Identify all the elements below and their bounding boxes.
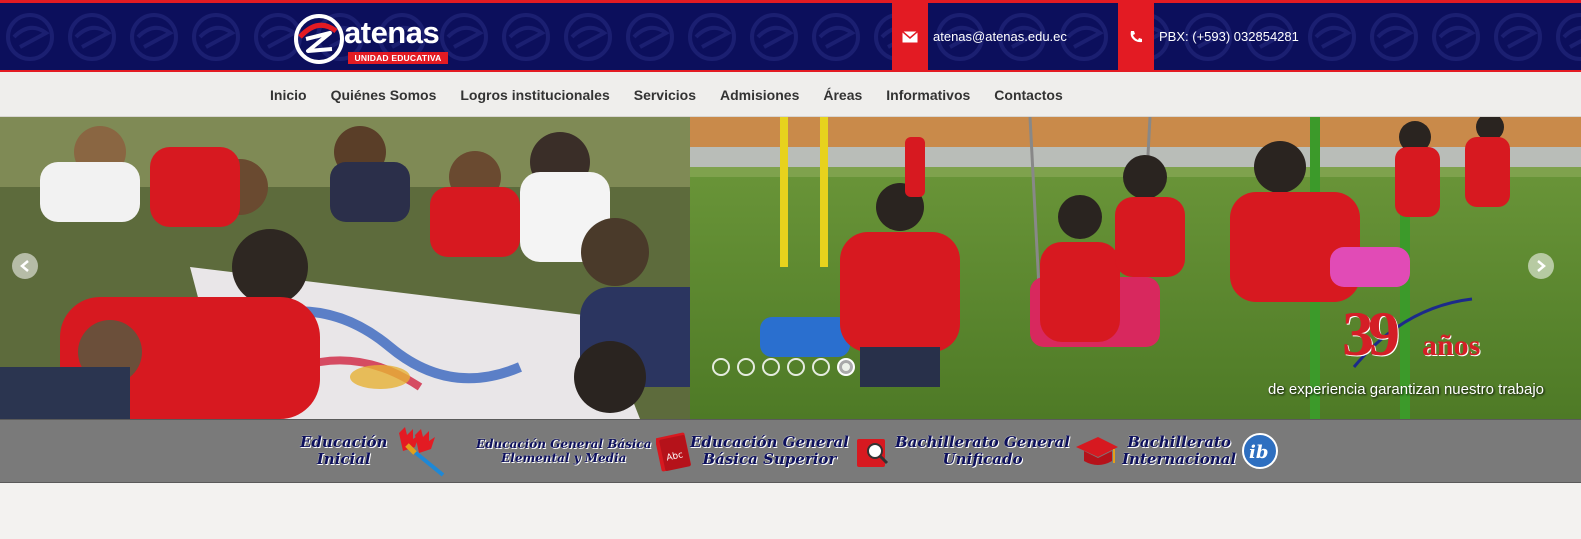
anniversary-badge: 39 años de experiencia garantizan nuestr… bbox=[1264, 297, 1564, 407]
chevron-left-icon bbox=[20, 260, 29, 272]
level-label: Educación General Básica Superior bbox=[690, 433, 849, 468]
nav-item-logros[interactable]: Logros institucionales bbox=[448, 87, 621, 103]
slider-dot-active[interactable] bbox=[837, 358, 855, 376]
contact-phone[interactable]: PBX: (+593) 032854281 bbox=[1118, 3, 1299, 70]
site-header: atenas UNIDAD EDUCATIVA bbox=[0, 3, 1581, 70]
slider-dot[interactable] bbox=[812, 358, 830, 376]
nav-item-inicio[interactable]: Inicio bbox=[258, 87, 319, 103]
years-number: 39 bbox=[1342, 298, 1400, 369]
level-educacion-inicial[interactable]: Educación Inicial bbox=[300, 420, 449, 482]
nav-item-quienes-somos[interactable]: Quiénes Somos bbox=[319, 87, 449, 103]
slider-dot[interactable] bbox=[787, 358, 805, 376]
level-label: Bachillerato General Unificado bbox=[895, 433, 1070, 468]
magnifier-book-icon bbox=[856, 439, 888, 467]
graduation-cap-icon bbox=[1075, 437, 1118, 465]
education-levels-strip: Educación Inicial Educación General Básic… bbox=[0, 419, 1581, 483]
slider-dot[interactable] bbox=[712, 358, 730, 376]
level-egb-superior[interactable]: Educación General Básica Superior bbox=[690, 420, 893, 482]
main-nav: Inicio Quiénes Somos Logros instituciona… bbox=[0, 72, 1581, 117]
nav-item-admisiones[interactable]: Admisiones bbox=[708, 87, 811, 103]
level-bachillerato-internacional[interactable]: Bachillerato Internacional ib bbox=[1122, 420, 1280, 482]
atenas-emblem-icon bbox=[294, 14, 344, 64]
slider-next-button[interactable] bbox=[1528, 253, 1554, 279]
slider-pagination bbox=[712, 358, 855, 376]
level-egb-elemental-media[interactable]: Educación General Básica Elemental y Medi… bbox=[476, 420, 694, 482]
level-bachillerato-unificado[interactable]: Bachillerato General Unificado bbox=[895, 420, 1120, 482]
logo-name: atenas bbox=[344, 15, 440, 50]
chevron-right-icon bbox=[1537, 260, 1546, 272]
header-pattern bbox=[0, 3, 1581, 70]
hero-slider: 39 años de experiencia garantizan nuestr… bbox=[0, 117, 1581, 419]
abc-book-icon: Abc bbox=[655, 432, 691, 472]
slider-prev-button[interactable] bbox=[12, 253, 38, 279]
slider-dot[interactable] bbox=[737, 358, 755, 376]
nav-item-informativos[interactable]: Informativos bbox=[874, 87, 982, 103]
ib-logo-icon: ib bbox=[1242, 433, 1279, 469]
level-label: Educación General Básica Elemental y Medi… bbox=[476, 437, 652, 465]
phone-icon bbox=[1118, 3, 1154, 70]
years-word: años bbox=[1422, 329, 1481, 362]
level-label: Bachillerato Internacional bbox=[1122, 433, 1237, 468]
painted-hands-icon bbox=[399, 427, 445, 477]
nav-item-servicios[interactable]: Servicios bbox=[622, 87, 708, 103]
envelope-icon bbox=[892, 3, 928, 70]
contact-email[interactable]: atenas@atenas.edu.ec bbox=[892, 3, 1067, 70]
phone-text[interactable]: PBX: (+593) 032854281 bbox=[1154, 29, 1299, 44]
atenas-logo[interactable]: atenas UNIDAD EDUCATIVA bbox=[292, 11, 454, 67]
page-body-below bbox=[0, 483, 1581, 539]
level-label: Educación Inicial bbox=[300, 433, 388, 468]
years-tagline: de experiencia garantizan nuestro trabaj… bbox=[1268, 381, 1545, 398]
nav-item-contactos[interactable]: Contactos bbox=[982, 87, 1074, 103]
slider-dot[interactable] bbox=[762, 358, 780, 376]
nav-item-areas[interactable]: Áreas bbox=[811, 87, 874, 103]
logo-subtitle: UNIDAD EDUCATIVA bbox=[348, 52, 448, 64]
email-text[interactable]: atenas@atenas.edu.ec bbox=[928, 29, 1067, 44]
svg-text:ib: ib bbox=[1249, 442, 1268, 463]
